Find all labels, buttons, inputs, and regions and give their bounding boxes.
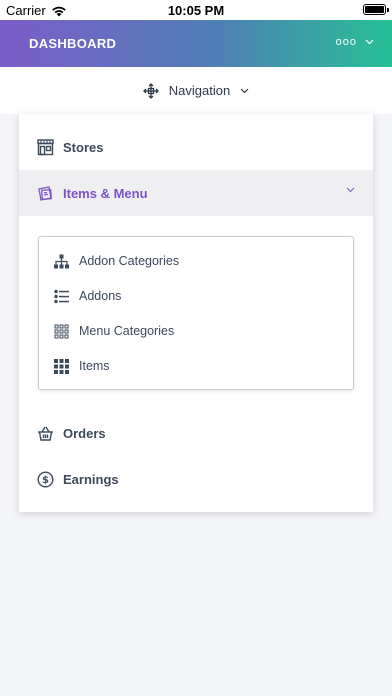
page-title: DASHBOARD	[29, 36, 117, 51]
svg-text:$: $	[42, 475, 49, 486]
user-menu-button[interactable]: ooo	[336, 36, 374, 48]
status-bar: Carrier 10:05 PM	[0, 0, 392, 20]
chevron-down-icon	[346, 187, 355, 193]
chevron-down-icon	[365, 39, 374, 45]
menu-item-stores[interactable]: Stores	[19, 124, 373, 170]
menu-item-earnings[interactable]: $ Earnings	[19, 456, 373, 502]
grid-icon	[54, 359, 69, 374]
submenu-item-menu-categories[interactable]: Menu Categories	[39, 314, 353, 349]
submenu-item-addons[interactable]: Addons	[39, 279, 353, 314]
menu-item-label: Orders	[63, 426, 106, 441]
submenu-item-items[interactable]: Items	[39, 349, 353, 384]
navigation-icon	[142, 82, 159, 99]
hierarchy-icon	[54, 254, 69, 269]
items-menu-submenu: Addon Categories Addons Menu Categories …	[38, 236, 354, 390]
user-menu-label: ooo	[335, 36, 357, 48]
navigation-label: Navigation	[168, 83, 231, 98]
status-time: 10:05 PM	[167, 3, 225, 18]
dollar-circle-icon: $	[37, 471, 54, 488]
submenu-item-label: Items	[79, 359, 110, 373]
menu-item-label: Earnings	[63, 472, 119, 487]
submenu-item-label: Menu Categories	[79, 324, 175, 338]
chevron-down-icon	[240, 88, 249, 93]
list-icon	[54, 289, 69, 304]
submenu-item-label: Addon Categories	[79, 254, 180, 268]
basket-icon	[38, 426, 53, 441]
submenu-item-label: Addons	[79, 289, 122, 303]
menu-card-icon	[38, 186, 52, 201]
store-icon	[37, 139, 54, 156]
navigation-menu: Stores Items & Menu Addon Categories Add…	[19, 114, 373, 512]
navigation-toggle[interactable]: Navigation	[0, 67, 392, 114]
battery-icon	[363, 4, 389, 15]
menu-item-label: Stores	[63, 140, 104, 155]
menu-item-items-menu[interactable]: Items & Menu	[19, 170, 373, 216]
menu-item-orders[interactable]: Orders	[19, 410, 373, 456]
menu-item-label: Items & Menu	[63, 186, 148, 201]
submenu-item-addon-categories[interactable]: Addon Categories	[39, 244, 353, 279]
grid-outline-icon	[54, 324, 69, 339]
app-header: DASHBOARD ooo	[0, 20, 392, 67]
